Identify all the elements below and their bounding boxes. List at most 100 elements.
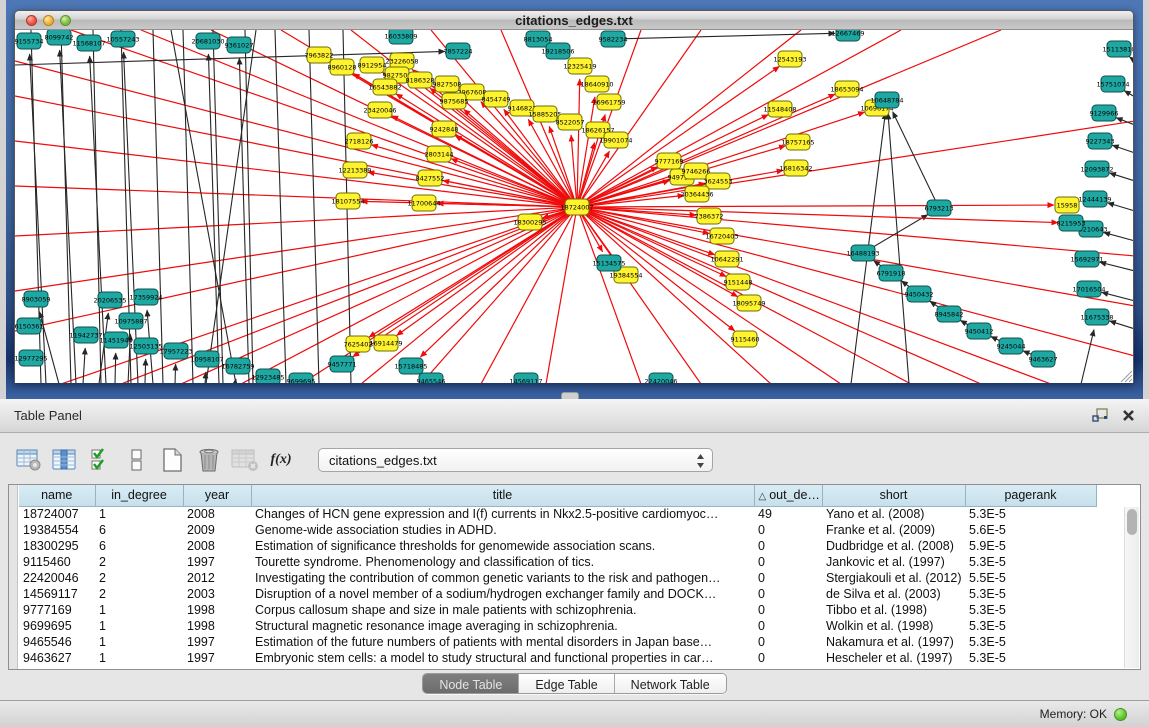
graph-node[interactable]: 20364436 [680, 186, 713, 202]
graph-node[interactable]: 8903059 [22, 291, 51, 307]
graph-node[interactable]: 9227343 [1086, 133, 1115, 149]
graph-node[interactable]: 18724007 [560, 199, 593, 215]
graph-node[interactable]: 10648784 [870, 92, 903, 108]
graph-node[interactable]: 8186328 [406, 72, 435, 88]
graph-node[interactable]: 7963822 [305, 47, 334, 63]
graph-node[interactable]: 22420046 [644, 373, 677, 383]
graph-node[interactable]: 8945842 [935, 306, 964, 322]
graph-node[interactable]: 16782759 [221, 358, 254, 374]
table-row[interactable]: 946362711997Embryonic stem cells: a mode… [19, 650, 1096, 666]
table-vertical-scrollbar[interactable] [1124, 507, 1139, 668]
graph-node[interactable]: 12503135 [129, 338, 162, 354]
graph-node[interactable]: 11451944 [99, 332, 132, 348]
table-row[interactable]: 2242004622012Investigating the contribut… [19, 570, 1096, 586]
graph-node[interactable]: 20681030 [191, 33, 224, 49]
graph-node[interactable]: 16720403 [705, 228, 738, 244]
graph-node[interactable]: 15718485 [394, 358, 427, 374]
graph-node[interactable]: 15134575 [592, 255, 625, 271]
graph-node[interactable]: 11675338 [1080, 309, 1113, 325]
graph-node[interactable]: 9582234 [599, 31, 628, 47]
column-header-short[interactable]: short [822, 485, 965, 506]
graph-node[interactable]: 17359924 [129, 289, 162, 305]
new-file-icon[interactable] [158, 445, 188, 475]
graph-node[interactable]: 12543193 [773, 51, 806, 67]
table-row[interactable]: 946554611997Estimation of the future num… [19, 634, 1096, 650]
graph-node[interactable]: 9777169 [655, 153, 684, 169]
graph-node[interactable]: 19218506 [541, 43, 574, 59]
graph-node[interactable]: 9450432 [905, 286, 934, 302]
window-titlebar[interactable]: citations_edges.txt [15, 11, 1133, 30]
delete-table-icon[interactable] [230, 445, 260, 475]
graph-node[interactable]: 9155734 [15, 33, 43, 49]
close-panel-icon[interactable] [1122, 409, 1135, 422]
graph-node[interactable]: 17016504 [1072, 281, 1105, 297]
table-settings-icon[interactable] [14, 445, 44, 475]
graph-node[interactable]: 18107554 [331, 193, 364, 209]
graph-node[interactable]: 12093872 [1080, 161, 1113, 177]
graph-node[interactable]: 18640910 [580, 76, 613, 92]
graph-node[interactable]: 8099742 [45, 30, 74, 45]
tab-edge-table[interactable]: Edge Table [519, 674, 614, 694]
graph-node[interactable]: 9245044 [997, 338, 1026, 354]
graph-node[interactable]: 23420046 [363, 102, 396, 118]
graph-node[interactable]: 9875685 [440, 93, 469, 109]
graph-node[interactable]: 9465546 [417, 373, 446, 383]
graph-node[interactable]: 18653094 [830, 81, 863, 97]
column-header-title[interactable]: title [251, 485, 754, 506]
table-row[interactable]: 1830029562008Estimation of significance … [19, 538, 1096, 554]
graph-node[interactable]: 7386372 [695, 208, 724, 224]
graph-node[interactable]: 6150361 [15, 318, 43, 334]
graph-node[interactable]: 9457771 [328, 356, 357, 372]
graph-node[interactable]: 17957223 [159, 343, 192, 359]
graph-node[interactable]: 12213389 [338, 162, 371, 178]
graph-node[interactable]: 8215953 [1057, 215, 1086, 231]
graph-node[interactable]: 10975887 [114, 313, 147, 329]
graph-node[interactable]: 14569117 [509, 373, 542, 383]
column-header-pagerank[interactable]: pagerank [965, 485, 1096, 506]
graph-node[interactable]: 16033809 [384, 30, 417, 44]
graph-node[interactable]: 9242848 [430, 121, 459, 137]
graph-node[interactable]: 6793213 [925, 200, 954, 216]
graph-node[interactable]: 6791918 [877, 265, 906, 281]
graph-node[interactable]: 15113810 [1102, 41, 1133, 57]
column-header-in_degree[interactable]: in_degree [95, 485, 183, 506]
graph-node[interactable]: 11568107 [72, 35, 105, 51]
column-header-name[interactable]: name [19, 485, 95, 506]
graph-node[interactable]: 12977295 [15, 350, 48, 366]
tab-network-table[interactable]: Network Table [615, 674, 726, 694]
graph-node[interactable]: 9699695 [287, 373, 316, 383]
graph-node[interactable]: 16914479 [369, 335, 402, 351]
graph-node[interactable]: 7625402 [344, 336, 373, 352]
table-row[interactable]: 1938455462009Genome-wide association stu… [19, 522, 1096, 538]
graph-node[interactable]: 11548408 [763, 101, 796, 117]
graph-node[interactable]: 7857224 [444, 43, 473, 59]
graph-node[interactable]: 18095749 [732, 295, 765, 311]
graph-node[interactable]: 8427552 [416, 170, 445, 186]
graph-node[interactable]: 15692971 [1070, 251, 1103, 267]
graph-node[interactable]: 9151448 [724, 274, 753, 290]
graph-node[interactable]: 12444139 [1078, 191, 1111, 207]
graph-node[interactable]: 16543882 [368, 79, 401, 95]
graph-node[interactable]: 9463627 [1029, 351, 1058, 367]
select-all-icon[interactable] [86, 445, 116, 475]
graph-node[interactable]: 10958107 [190, 351, 223, 367]
function-builder-icon[interactable]: f(x) [266, 445, 296, 475]
float-panel-icon[interactable] [1092, 408, 1108, 423]
table-select-dropdown[interactable]: citations_edges.txt [318, 448, 713, 472]
graph-node[interactable]: 18300295 [513, 214, 546, 230]
graph-node[interactable]: 16961759 [592, 94, 625, 110]
table-row[interactable]: 977716911998Corpus callosum shape and si… [19, 602, 1096, 618]
graph-node[interactable]: 9129966 [1090, 105, 1119, 121]
graph-node[interactable]: 9361027 [225, 37, 254, 53]
graph-node[interactable]: 15958 [1055, 197, 1079, 213]
graph-node[interactable]: 11942737 [69, 327, 102, 343]
graph-node[interactable]: 11700644 [407, 195, 440, 211]
graph-node[interactable]: 15751074 [1096, 76, 1129, 92]
graph-node[interactable]: 9450412 [965, 323, 994, 339]
clear-selection-icon[interactable] [122, 445, 152, 475]
scrollbar-thumb[interactable] [1127, 509, 1137, 535]
graph-node[interactable]: 16488193 [846, 245, 879, 261]
graph-node[interactable]: 12667469 [831, 30, 864, 41]
graph-node[interactable]: 19901074 [599, 132, 632, 148]
column-header-year[interactable]: year [183, 485, 251, 506]
